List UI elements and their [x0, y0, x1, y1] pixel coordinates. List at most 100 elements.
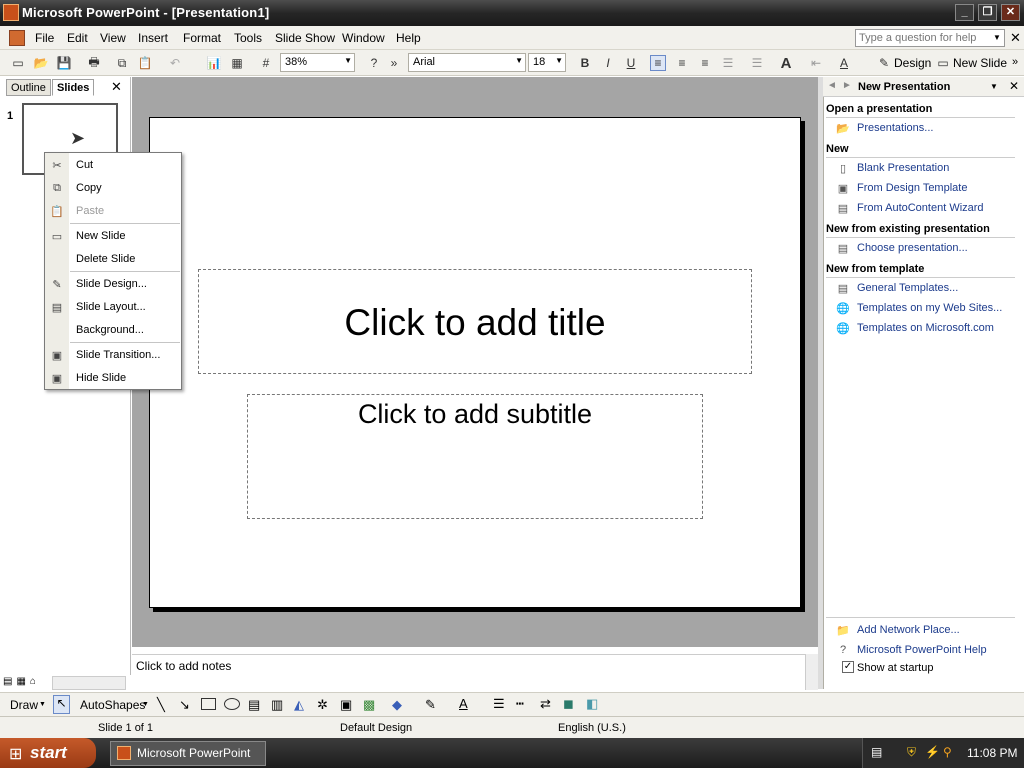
- link-general-templates[interactable]: General Templates...: [857, 282, 958, 294]
- select-objects-icon[interactable]: ↖: [53, 695, 70, 714]
- font-color-icon[interactable]: A: [836, 55, 852, 71]
- diagram-icon[interactable]: ◭: [294, 697, 304, 713]
- menu-item-new-slide[interactable]: New Slide: [76, 230, 126, 242]
- menu-slide-show[interactable]: Slide Show: [275, 31, 335, 45]
- close-task-pane-icon[interactable]: ✕: [1009, 79, 1019, 93]
- restore-button[interactable]: ❐: [978, 4, 997, 21]
- menu-insert[interactable]: Insert: [138, 31, 168, 45]
- network-icon[interactable]: ⚡: [925, 745, 940, 759]
- close-button[interactable]: ✕: [1001, 4, 1020, 21]
- clock[interactable]: 11:08 PM: [967, 746, 1017, 760]
- text-box-icon[interactable]: ▤: [248, 697, 260, 713]
- tab-outline[interactable]: Outline: [6, 79, 51, 96]
- link-powerpoint-help[interactable]: Microsoft PowerPoint Help: [857, 644, 987, 656]
- line-color-icon[interactable]: ✎: [425, 697, 436, 713]
- font-size-select[interactable]: 18 ▼: [528, 53, 566, 72]
- insert-picture-icon[interactable]: ▩: [363, 697, 375, 713]
- insert-chart-icon[interactable]: 📊: [206, 55, 222, 71]
- new-slide-button[interactable]: New Slide: [953, 56, 1007, 70]
- picture-icon[interactable]: ▣: [340, 697, 352, 713]
- link-templates-web-sites[interactable]: Templates on my Web Sites...: [857, 302, 1002, 314]
- copy-icon[interactable]: ⧉: [114, 55, 130, 71]
- paste-icon[interactable]: 📋: [137, 55, 153, 71]
- subtitle-placeholder[interactable]: Click to add subtitle: [247, 394, 703, 519]
- decrease-indent-icon[interactable]: ⇤: [808, 55, 824, 71]
- tab-slides[interactable]: Slides: [52, 79, 95, 96]
- menu-item-hide-slide[interactable]: Hide Slide: [76, 372, 126, 384]
- menu-file[interactable]: File: [35, 31, 54, 45]
- wordart-icon[interactable]: ▥: [271, 697, 283, 713]
- numbering-icon[interactable]: ☰: [720, 55, 736, 71]
- new-icon[interactable]: ▭: [10, 55, 26, 71]
- toolbar-options-icon[interactable]: »: [386, 55, 402, 71]
- menu-edit[interactable]: Edit: [67, 31, 88, 45]
- menu-item-slide-layout[interactable]: Slide Layout...: [76, 301, 146, 313]
- view-buttons[interactable]: ▤▦⌂: [3, 676, 51, 690]
- font-color-icon[interactable]: A: [459, 696, 468, 711]
- open-icon[interactable]: 📂: [33, 55, 49, 71]
- keyboard-icon[interactable]: ▤: [871, 745, 882, 759]
- show-at-startup-checkbox[interactable]: ✓: [842, 661, 854, 673]
- security-shield-icon[interactable]: ⛨: [907, 745, 916, 760]
- menu-item-background[interactable]: Background...: [76, 324, 144, 336]
- print-icon[interactable]: 🖶: [86, 55, 102, 71]
- notes-pane[interactable]: Click to add notes: [132, 654, 805, 690]
- link-autocontent-wizard[interactable]: From AutoContent Wizard: [857, 202, 984, 214]
- chevron-down-icon[interactable]: ▼: [990, 82, 998, 91]
- link-design-template[interactable]: From Design Template: [857, 182, 967, 194]
- underline-icon[interactable]: U: [623, 55, 639, 71]
- italic-icon[interactable]: I: [600, 55, 616, 71]
- notes-scrollbar[interactable]: [805, 654, 818, 690]
- align-center-icon[interactable]: ≡: [674, 55, 690, 71]
- align-right-icon[interactable]: ≡: [697, 55, 713, 71]
- menu-item-slide-design[interactable]: Slide Design...: [76, 278, 147, 290]
- new-slide-icon[interactable]: ▭: [935, 55, 951, 71]
- minimize-button[interactable]: _: [955, 4, 974, 21]
- document-icon[interactable]: [9, 30, 25, 46]
- arrow-style-icon[interactable]: ⇄: [540, 696, 551, 712]
- menu-tools[interactable]: Tools: [234, 31, 262, 45]
- insert-table-icon[interactable]: ▦: [229, 55, 245, 71]
- autoshapes-menu-button[interactable]: AutoShapes: [80, 698, 145, 712]
- menu-window[interactable]: Window: [342, 31, 385, 45]
- taskbar-powerpoint-button[interactable]: Microsoft PowerPoint ...: [110, 741, 266, 768]
- menu-item-cut[interactable]: Cut: [76, 159, 93, 171]
- design-icon[interactable]: ✎: [876, 55, 892, 71]
- dash-style-icon[interactable]: ┅: [516, 696, 524, 712]
- close-pane-icon[interactable]: ✕: [111, 79, 122, 95]
- align-left-icon[interactable]: ≡: [650, 55, 666, 71]
- chevron-down-icon[interactable]: ▼: [993, 33, 1001, 42]
- search-icon[interactable]: ⚲: [943, 745, 952, 759]
- zoom-select[interactable]: 38% ▼: [280, 53, 355, 72]
- clip-art-icon[interactable]: ✲: [317, 697, 328, 713]
- horizontal-scrollbar[interactable]: [52, 676, 126, 690]
- undo-icon[interactable]: ↶: [167, 55, 183, 71]
- grid-icon[interactable]: #: [258, 55, 274, 71]
- help-question-input[interactable]: Type a question for help: [855, 29, 1005, 47]
- menu-format[interactable]: Format: [183, 31, 221, 45]
- design-button[interactable]: Design: [894, 56, 931, 70]
- line-icon[interactable]: ╲: [157, 697, 165, 713]
- title-placeholder[interactable]: Click to add title: [198, 269, 752, 374]
- back-icon[interactable]: ◄: [827, 80, 837, 91]
- link-templates-microsoft[interactable]: Templates on Microsoft.com: [857, 322, 994, 334]
- save-icon[interactable]: 💾: [56, 55, 72, 71]
- line-style-icon[interactable]: ☰: [493, 696, 505, 712]
- forward-icon[interactable]: ►: [842, 80, 852, 91]
- powerpoint-app-icon[interactable]: [3, 4, 19, 21]
- help-icon[interactable]: ?: [366, 55, 382, 71]
- link-blank-presentation[interactable]: Blank Presentation: [857, 162, 949, 174]
- toolbar-overflow-icon[interactable]: »: [1012, 56, 1018, 68]
- menu-view[interactable]: View: [100, 31, 126, 45]
- oval-icon[interactable]: [224, 698, 240, 710]
- arrow-icon[interactable]: ↘: [179, 697, 190, 713]
- menu-help[interactable]: Help: [396, 31, 421, 45]
- shadow-style-icon[interactable]: ◼: [563, 696, 574, 712]
- bullets-icon[interactable]: ☰: [749, 55, 765, 71]
- rectangle-icon[interactable]: [201, 698, 216, 710]
- draw-menu-button[interactable]: Draw: [10, 698, 38, 712]
- fill-color-icon[interactable]: ◆: [392, 697, 402, 713]
- link-presentations[interactable]: Presentations...: [857, 122, 933, 134]
- link-choose-presentation[interactable]: Choose presentation...: [857, 242, 968, 254]
- menu-item-paste[interactable]: Paste: [76, 205, 104, 217]
